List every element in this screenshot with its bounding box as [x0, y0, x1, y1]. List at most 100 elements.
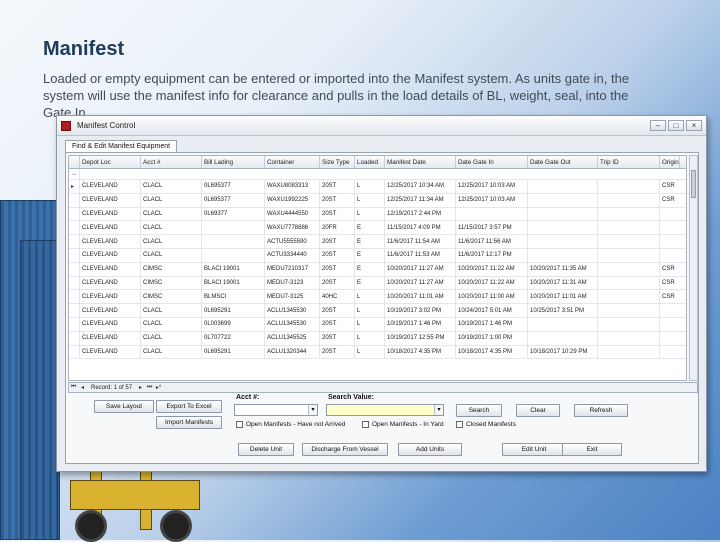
row-selector[interactable]: [69, 262, 80, 276]
search-button[interactable]: Search: [456, 404, 502, 417]
checkbox-open-in-yard[interactable]: Open Manifests - In Yard: [362, 421, 444, 428]
clear-button[interactable]: Clear: [516, 404, 560, 417]
cell-manifest-date: 10/20/2017 11:27 AM: [385, 262, 456, 276]
column-header-acct[interactable]: Acct #: [141, 156, 202, 168]
row-selector[interactable]: [69, 317, 80, 331]
acct-select[interactable]: ▾: [234, 404, 318, 416]
cell-origin: [660, 221, 680, 234]
row-selector[interactable]: [69, 304, 80, 317]
column-header-trip-id[interactable]: Trip ID: [598, 156, 660, 168]
search-value-input[interactable]: ▾: [326, 404, 444, 416]
row-selector[interactable]: [69, 221, 80, 235]
cell-loaded: L: [355, 304, 385, 317]
edit-unit-button[interactable]: Edit Unit: [502, 443, 566, 456]
column-header-origin[interactable]: Origin: [660, 156, 680, 168]
exit-button[interactable]: Exit: [562, 443, 622, 456]
acct-label: Acct #:: [236, 394, 260, 401]
window-title: Manifest Control: [77, 121, 136, 130]
minimize-button[interactable]: –: [650, 120, 666, 131]
table-row[interactable]: CLEVELAND CLACL ACTU5555590 20ST E 11/6/2017 …: [69, 235, 686, 249]
table-row[interactable]: CLEVELAND CIMSC BLACI 19001 MEDU7-3123 20ST E…: [69, 276, 686, 291]
previous-record-icon[interactable]: ◂: [78, 384, 87, 391]
add-units-button[interactable]: Add Units: [398, 443, 462, 456]
cell-manifest-date: 10/19/2017 12:55 PM: [385, 331, 456, 345]
cell-size-type: 20ST: [320, 331, 355, 345]
chevron-down-icon[interactable]: ▾: [434, 405, 443, 415]
checkbox-box[interactable]: [456, 421, 463, 428]
row-selector[interactable]: [69, 331, 80, 345]
search-value-label: Search Value:: [328, 394, 374, 401]
table-row[interactable]: ▸ CLEVELAND CLACL 0L695377 WAXU8083313 20ST L 1…: [69, 180, 686, 194]
cell-date-gate-in: 10/19/2017 1:46 PM: [456, 317, 528, 331]
tab-find-edit-manifest[interactable]: Find & Edit Manifest Equipment: [65, 140, 178, 152]
column-header-depot-loc[interactable]: Depot Loc: [80, 156, 141, 168]
table-row[interactable]: CLEVELAND CLACL 0L695291 ACLU1345530 20ST L 10…: [69, 304, 686, 318]
save-layout-button[interactable]: Save Layout: [94, 400, 154, 413]
checkbox-open-not-arrived[interactable]: Open Manifests - Have not Arrived: [236, 421, 345, 428]
cell-acct: CIMSC: [141, 262, 202, 276]
chevron-down-icon[interactable]: ▾: [308, 405, 317, 415]
cell-container: ACLU1345530: [265, 304, 320, 317]
first-record-icon[interactable]: ⏮: [69, 384, 78, 391]
cell-acct: CLACL: [141, 207, 202, 221]
checkbox-box[interactable]: [236, 421, 243, 428]
close-button[interactable]: ×: [686, 120, 702, 131]
cell-date-gate-out: 10/20/2017 11:31 AM: [528, 276, 598, 290]
maximize-button[interactable]: □: [668, 120, 684, 131]
cell-date-gate-in: 12/25/2017 10:03 AM: [456, 193, 528, 207]
table-row[interactable]: CLEVELAND CIMSC BLACI 19001 MEDU7210317 20ST…: [69, 262, 686, 277]
table-row[interactable]: CLEVELAND CLACL 0L695377 WAXU1992225 20ST L 12…: [69, 193, 686, 208]
next-record-icon[interactable]: ▸: [136, 384, 145, 391]
refresh-button[interactable]: Refresh: [574, 404, 628, 417]
column-header-date-gate-out[interactable]: Date Gate Out: [528, 156, 598, 168]
new-record-icon[interactable]: ▸*: [154, 384, 163, 391]
row-selector[interactable]: [69, 248, 80, 262]
scrollbar-thumb[interactable]: [691, 170, 696, 198]
export-to-excel-button[interactable]: Export To Excel: [156, 400, 222, 413]
row-selector[interactable]: [69, 207, 80, 221]
cell-container: MEDU7-3125: [265, 290, 320, 304]
delete-unit-button[interactable]: Delete Unit: [238, 443, 294, 456]
cell-depot-loc: CLEVELAND: [80, 221, 141, 235]
cell-container: WAXU1992225: [265, 193, 320, 207]
row-selector[interactable]: [69, 276, 80, 290]
column-header-bill-lading[interactable]: Bill Lading: [202, 156, 265, 168]
table-row[interactable]: CLEVELAND CLACL 0L69377 WAXU4444550 20ST L 12/…: [69, 207, 686, 222]
row-selector[interactable]: ▸: [69, 180, 80, 193]
table-row[interactable]: CLEVELAND CLACL 0L707722 ACLU1345525 20ST L 10…: [69, 331, 686, 346]
grid-vertical-scrollbar[interactable]: [689, 155, 698, 381]
import-manifests-button[interactable]: Import Manifests: [156, 416, 222, 429]
checkbox-box[interactable]: [362, 421, 369, 428]
column-header-manifest-date[interactable]: Manifest Date: [385, 156, 456, 168]
cell-manifest-date: 11/15/2017 4:09 PM: [385, 221, 456, 235]
cell-size-type: 20ST: [320, 207, 355, 221]
cell-depot-loc: CLEVELAND: [80, 262, 141, 276]
cell-size-type: 20ST: [320, 235, 355, 248]
table-row[interactable]: CLEVELAND CLACL ACTU3334440 20ST E 11/6/2017 …: [69, 248, 686, 263]
cell-origin: CSR: [662, 279, 675, 286]
last-record-icon[interactable]: ⏭: [145, 384, 154, 391]
table-row[interactable]: CLEVELAND CLACL 0L695291 ACLU1320344 20ST L 10…: [69, 345, 686, 360]
column-header-date-gate-in[interactable]: Date Gate In: [456, 156, 528, 168]
row-selector[interactable]: [69, 193, 80, 207]
cell-origin: [660, 235, 680, 248]
grid-filter-row[interactable]: →: [69, 169, 686, 180]
cell-bill-lading: BLMSCI: [202, 290, 265, 304]
table-row[interactable]: CLEVELAND CLACL WAXU7778886 20FR E 11/15/2017…: [69, 221, 686, 236]
record-position: Record: 1 of 57: [91, 384, 133, 391]
column-header-size-type[interactable]: Size Type: [320, 156, 355, 168]
table-row[interactable]: CLEVELAND CLACL 0L003699 ACLU1345530 20ST L 10…: [69, 317, 686, 332]
table-row[interactable]: CLEVELAND CIMSC BLMSCI MEDU7-3125 40HC L 10/20…: [69, 290, 686, 305]
cell-date-gate-out: 10/20/2017 11:01 AM: [528, 290, 598, 304]
discharge-from-vessel-button[interactable]: Discharge From Vessel: [302, 443, 388, 456]
column-header-loaded[interactable]: Loaded: [355, 156, 385, 168]
cell-bill-lading: 0L695377: [202, 180, 265, 193]
cell-manifest-date: 10/19/2017 3:02 PM: [385, 304, 456, 317]
row-selector[interactable]: [69, 235, 80, 248]
checkbox-closed[interactable]: Closed Manifests: [456, 421, 516, 428]
cell-size-type: 20ST: [320, 193, 355, 207]
row-selector[interactable]: [69, 345, 80, 359]
column-header-container[interactable]: Container: [265, 156, 320, 168]
cell-date-gate-out: [528, 207, 598, 221]
row-selector[interactable]: [69, 290, 80, 304]
